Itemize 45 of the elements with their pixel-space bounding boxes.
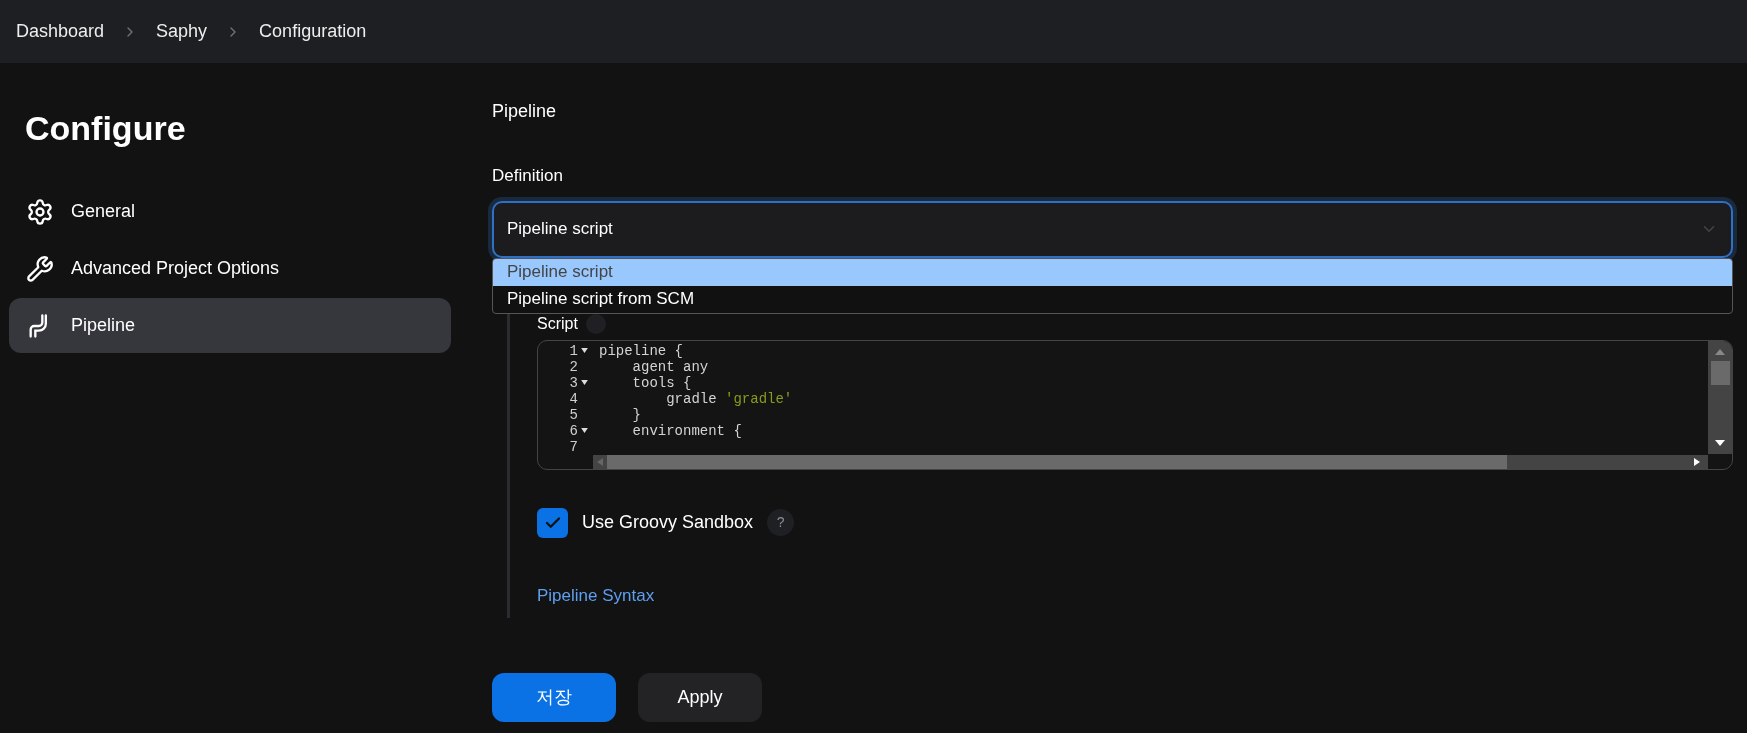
help-icon[interactable] xyxy=(585,313,606,334)
gear-icon xyxy=(26,197,54,226)
scroll-down-icon[interactable] xyxy=(1715,439,1725,446)
scroll-thumb[interactable] xyxy=(1710,360,1730,385)
line-number: 6 xyxy=(569,422,578,439)
code-editor[interactable]: 1 pipeline { 2 agent any 3 tools { 4 gradle 'gradle' 5 } 6 environment { 7 xyxy=(537,339,1733,470)
pipeline-syntax-link[interactable]: Pipeline Syntax xyxy=(537,582,655,608)
code-line: } xyxy=(631,406,641,423)
line-number: 4 xyxy=(569,390,578,407)
sidebar-title: Configure xyxy=(24,108,187,149)
code-line: environment { xyxy=(631,422,742,439)
section-title: Pipeline xyxy=(492,100,558,123)
sandbox-checkbox[interactable] xyxy=(537,507,568,538)
line-number: 7 xyxy=(569,438,578,455)
line-number: 3 xyxy=(569,374,578,391)
save-button[interactable]: 저장 xyxy=(492,673,616,722)
scroll-up-icon[interactable] xyxy=(1715,348,1725,355)
breadcrumb-link[interactable]: Dashboard xyxy=(16,18,105,45)
breadcrumb-link[interactable]: Saphy xyxy=(156,18,208,45)
apply-button[interactable]: Apply xyxy=(638,673,762,722)
code-line: pipeline { xyxy=(598,342,683,359)
line-number: 5 xyxy=(569,406,578,423)
checkbox-label[interactable]: Use Groovy Sandbox xyxy=(582,509,754,536)
line-number: 2 xyxy=(569,358,578,375)
dropdown-option[interactable]: Pipeline script from SCM xyxy=(493,285,1732,313)
dropdown-option[interactable]: Pipeline script xyxy=(493,258,1732,286)
help-icon[interactable]: ? xyxy=(767,509,795,536)
horizontal-scrollbar[interactable] xyxy=(593,454,1708,469)
code-line: tools { xyxy=(631,374,692,391)
sidebar-item[interactable]: Advanced Project Options xyxy=(9,241,451,296)
sidebar-item[interactable]: General xyxy=(9,184,451,239)
sidebar-item[interactable]: Pipeline xyxy=(9,298,451,353)
code-line: agent any xyxy=(631,358,709,375)
vertical-scrollbar[interactable] xyxy=(1708,340,1732,454)
wrench-icon xyxy=(26,254,54,283)
fold-arrow-icon[interactable] xyxy=(581,428,588,433)
field-label: Script xyxy=(537,313,578,334)
line-number: 1 xyxy=(569,342,578,359)
scroll-right-icon[interactable] xyxy=(1694,458,1700,466)
field-label: Definition xyxy=(492,165,564,187)
fold-arrow-icon[interactable] xyxy=(581,348,588,353)
breadcrumb-link[interactable]: Configuration xyxy=(259,18,367,45)
code-line: gradle 'gradle' xyxy=(665,390,793,407)
definition-select[interactable]: Pipeline script xyxy=(492,200,1733,258)
fold-arrow-icon[interactable] xyxy=(581,380,588,385)
